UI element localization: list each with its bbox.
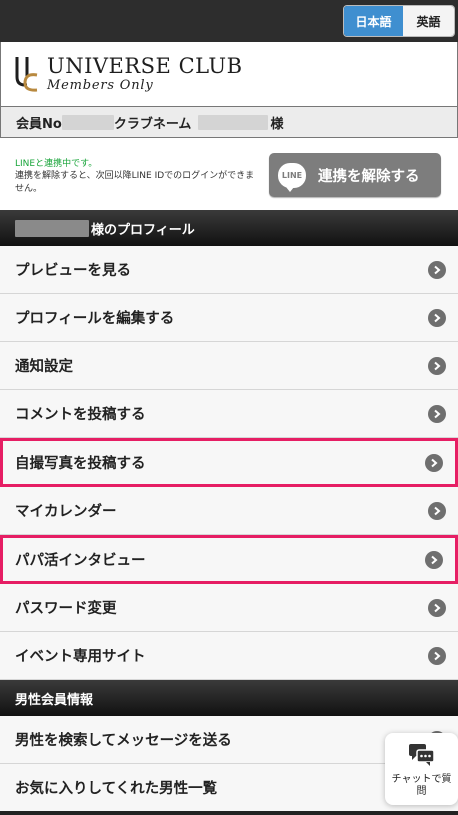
brand-subtitle: Members Only	[47, 78, 154, 93]
menu-item-interview[interactable]: パパ活インタビュー	[0, 535, 458, 584]
japanese-language-button[interactable]: 日本語	[344, 6, 403, 36]
unlink-line-label: 連携を解除する	[318, 168, 420, 185]
member-info-bar: 会員No クラブネーム 様	[0, 106, 458, 138]
line-icon: LINE	[278, 162, 306, 192]
language-switch: 日本語 英語	[343, 5, 455, 37]
brand-title: UNIVERSE CLUB	[47, 54, 243, 78]
english-language-button[interactable]: 英語	[403, 6, 454, 36]
menu-item-event-site[interactable]: イベント専用サイト	[0, 632, 458, 680]
club-name-redacted	[198, 114, 269, 130]
menu-item-notification-settings[interactable]: 通知設定	[0, 342, 458, 390]
menu-item-label: 自撮写真を投稿する	[15, 456, 146, 472]
brand-text: UNIVERSE CLUB Members Only	[47, 55, 243, 93]
menu-item-preview[interactable]: プレビューを見る	[0, 246, 458, 294]
menu-item-edit-profile[interactable]: プロフィールを編集する	[0, 294, 458, 342]
username-redacted	[15, 219, 89, 237]
club-name-label: クラブネーム	[113, 116, 192, 132]
universe-club-mark-icon	[15, 55, 39, 93]
menu-item-label: プロフィールを編集する	[15, 311, 175, 327]
menu-item-label: マイカレンダー	[15, 504, 117, 520]
menu-item-label: プレビューを見る	[15, 263, 131, 279]
menu-item-label: パスワード変更	[15, 601, 117, 617]
profile-section-header: 様のプロフィール	[0, 210, 458, 246]
menu-item-label: 通知設定	[15, 359, 73, 375]
brand-logo[interactable]: UNIVERSE CLUB Members Only	[15, 55, 243, 93]
chevron-right-icon	[428, 260, 446, 279]
chat-support-label: チャットで質問	[391, 774, 452, 797]
menu-item-post-comment[interactable]: コメントを投稿する	[0, 390, 458, 438]
chevron-right-icon	[425, 550, 443, 569]
menu-item-change-password[interactable]: パスワード変更	[0, 584, 458, 632]
line-link-description: 連携を解除すると、次回以降LINE IDでのログインができません。	[15, 171, 255, 194]
line-link-status: LINEと連携中です。	[15, 159, 98, 169]
chevron-right-icon	[428, 404, 446, 423]
site-header: UNIVERSE CLUB Members Only	[0, 42, 458, 106]
chevron-right-icon	[428, 501, 446, 520]
chat-support-button[interactable]: チャットで質問	[385, 733, 458, 805]
menu-item-label: パパ活インタビュー	[15, 553, 146, 569]
member-honorific: 様	[270, 116, 284, 132]
member-no-redacted	[61, 114, 114, 130]
menu-item-my-calendar[interactable]: マイカレンダー	[0, 487, 458, 535]
profile-section-title: 様のプロフィール	[91, 222, 195, 238]
chevron-right-icon	[428, 356, 446, 375]
page-bottom-edge	[0, 811, 458, 815]
male-section-title: 男性会員情報	[15, 692, 94, 708]
top-bar: 日本語 英語	[0, 0, 458, 42]
chat-bubbles-icon	[408, 743, 436, 771]
chevron-right-icon	[425, 453, 443, 472]
menu-item-label: 男性を検索してメッセージを送る	[15, 733, 232, 749]
unlink-line-button[interactable]: LINE 連携を解除する	[269, 153, 441, 197]
menu-item-label: お気に入りしてくれた男性一覧	[15, 781, 218, 797]
male-section-header: 男性会員情報	[0, 680, 458, 716]
chevron-right-icon	[428, 646, 446, 665]
menu-item-label: イベント専用サイト	[15, 649, 146, 665]
chevron-right-icon	[428, 308, 446, 327]
menu-item-post-selfie[interactable]: 自撮写真を投稿する	[0, 438, 458, 487]
menu-item-label: コメントを投稿する	[15, 407, 146, 423]
chevron-right-icon	[428, 598, 446, 617]
member-no-label: 会員No	[16, 116, 62, 132]
